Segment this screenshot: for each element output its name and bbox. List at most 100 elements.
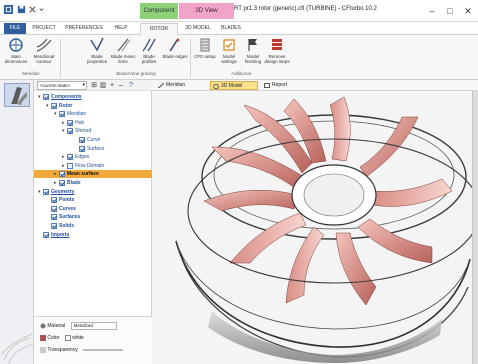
model-finishing-label: Model finishing — [244, 54, 262, 64]
tab-rotor[interactable]: ROTOR — [140, 23, 178, 35]
transparency-slider[interactable] — [83, 348, 124, 351]
main-dimensions-icon — [9, 38, 23, 52]
tab-blades[interactable]: BLADES — [218, 23, 244, 34]
tree-visibility-checkbox[interactable] — [51, 102, 57, 109]
model-finishing-button[interactable]: Model finishing — [240, 37, 266, 70]
material-label: Material — [47, 323, 66, 329]
minimize-button[interactable]: – — [424, 4, 440, 18]
tree-item[interactable]: ▸ Edges — [34, 153, 152, 161]
model-settings-label: Model settings — [221, 54, 237, 64]
tree-expand-button[interactable]: ⊞ — [90, 81, 98, 90]
tree-visibility-checkbox[interactable] — [67, 128, 73, 135]
tree-item[interactable]: Surfaces — [34, 213, 152, 221]
tree-visibility-checkbox[interactable] — [43, 94, 49, 100]
tree-visibility-checkbox[interactable] — [43, 231, 49, 238]
material-select[interactable]: Metalized — [70, 321, 117, 330]
view-tab-bar: Meridian 3D Model Report — [152, 80, 478, 91]
title-bar: Component 3D View RT pr1.3 rotor (generi… — [0, 0, 478, 22]
tree-item[interactable]: ▸ Mean surface — [34, 170, 152, 179]
tree-item[interactable]: Solids — [34, 222, 152, 230]
tab-3d-model-view[interactable]: 3D Model — [210, 81, 258, 90]
tree-item[interactable]: Surface — [34, 145, 152, 153]
tree-visibility-checkbox[interactable] — [51, 205, 57, 212]
tree-visibility-checkbox[interactable] — [79, 137, 85, 143]
tree-item[interactable]: ▸ Blade — [34, 179, 152, 187]
tab-preferences[interactable]: PREFERENCES — [62, 23, 106, 34]
blade-mean-lines-button[interactable]: Blade mean lines — [110, 37, 136, 70]
chevron-down-icon: ▾ — [82, 82, 85, 88]
view-scrollbar[interactable] — [472, 91, 478, 364]
tree-item-label: Shroud — [75, 128, 92, 135]
tab-report-view[interactable]: Report — [262, 81, 300, 90]
tree-visibility-checkbox[interactable] — [43, 188, 49, 195]
tree-visibility-checkbox[interactable] — [59, 111, 65, 118]
meridional-contour-icon — [36, 38, 52, 52]
blade-profiles-icon — [142, 38, 156, 52]
app-icon — [4, 5, 13, 14]
ribbon-group-separator — [60, 39, 61, 77]
tree-item[interactable]: ▾ Components — [34, 93, 152, 101]
cfd-setup-button[interactable]: CFD setup — [192, 37, 218, 70]
material-icon — [40, 323, 46, 329]
tree-visibility-checkbox[interactable] — [59, 180, 65, 186]
tree-visibility-checkbox[interactable] — [51, 197, 57, 204]
rotor-component-thumbnail[interactable] — [4, 83, 30, 107]
tree-item[interactable]: ▸ Flow Domain — [34, 162, 152, 170]
tree-visibility-checkbox[interactable] — [67, 154, 73, 161]
tree-help-button[interactable]: ? — [127, 81, 135, 90]
tree-add-button[interactable]: + — [108, 81, 116, 90]
tree-item[interactable]: Curve — [34, 136, 152, 144]
tab-project[interactable]: PROJECT — [30, 23, 58, 34]
blade-mean-lines-icon — [117, 38, 131, 52]
cfd-setup-label: CFD setup — [194, 54, 216, 59]
remove-design-steps-label: Remove design steps — [264, 54, 290, 64]
meridian-view-icon — [158, 83, 164, 88]
close-file-icon[interactable] — [28, 5, 37, 14]
tree-item-label: Components — [51, 94, 82, 100]
blade-edges-button[interactable]: Blade edges — [162, 37, 188, 70]
save-icon[interactable] — [17, 5, 26, 14]
tab-file[interactable]: FILE — [4, 23, 26, 34]
model-settings-button[interactable]: Model settings — [216, 37, 242, 70]
impeller-preview-graphic — [1, 333, 34, 364]
close-button[interactable]: ✕ — [460, 4, 476, 18]
tree-item[interactable]: ▾ Rotor — [34, 102, 152, 110]
tree-visibility-checkbox[interactable] — [51, 223, 57, 229]
tree-view-button[interactable]: ▥ — [99, 81, 107, 90]
tree-item[interactable]: ▾ Shroud — [34, 127, 152, 135]
tree-visibility-checkbox[interactable] — [51, 214, 57, 221]
color-label: Color — [47, 335, 60, 341]
state-select[interactable]: <current state> ▾ — [37, 81, 87, 90]
cfd-setup-icon — [200, 38, 210, 52]
context-tab-3d-view[interactable]: 3D View — [179, 3, 234, 19]
tree-visibility-checkbox[interactable] — [79, 145, 85, 152]
tab-help[interactable]: HELP — [110, 23, 132, 34]
maximize-button[interactable]: □ — [442, 4, 458, 18]
quick-access-dropdown-icon[interactable] — [37, 5, 46, 14]
blade-edges-icon — [169, 38, 180, 52]
tree-item-label: Solids — [59, 223, 75, 229]
tab-3d-model[interactable]: 3D MODEL — [182, 23, 214, 34]
transparency-label: Transparency — [47, 347, 78, 353]
tree-item[interactable]: ▾ Meridian — [34, 110, 152, 118]
tree-item[interactable]: Points — [34, 196, 152, 204]
main-dimensions-button[interactable]: Main dimensions — [3, 37, 29, 70]
tree-visibility-checkbox[interactable] — [67, 119, 73, 126]
tree-visibility-checkbox[interactable] — [59, 171, 65, 178]
tab-meridian-view[interactable]: Meridian — [156, 81, 206, 90]
window-title: RT pr1.3 rotor (generic).cft (TURBINE) -… — [234, 6, 377, 12]
tree-item-label: Surface — [87, 145, 105, 152]
tree-visibility-checkbox[interactable] — [67, 162, 73, 169]
meridional-contour-button[interactable]: Meridional contour — [31, 37, 57, 70]
color-swatch[interactable] — [64, 334, 71, 341]
tree-item[interactable]: ▾ Geometry — [34, 188, 152, 196]
tree-item[interactable]: Imports — [34, 231, 152, 239]
tree-item[interactable]: ▸ Hub — [34, 119, 152, 127]
tree-item[interactable]: Curves — [34, 205, 152, 213]
remove-design-steps-button[interactable]: Remove design steps — [264, 37, 290, 70]
blade-profiles-button[interactable]: Blade profiles — [136, 37, 162, 70]
tree-remove-button[interactable]: – — [117, 81, 125, 90]
3d-viewport[interactable] — [152, 91, 472, 364]
blade-properties-button[interactable]: Blade properties — [84, 37, 110, 70]
context-tab-component[interactable]: Component — [140, 3, 178, 19]
